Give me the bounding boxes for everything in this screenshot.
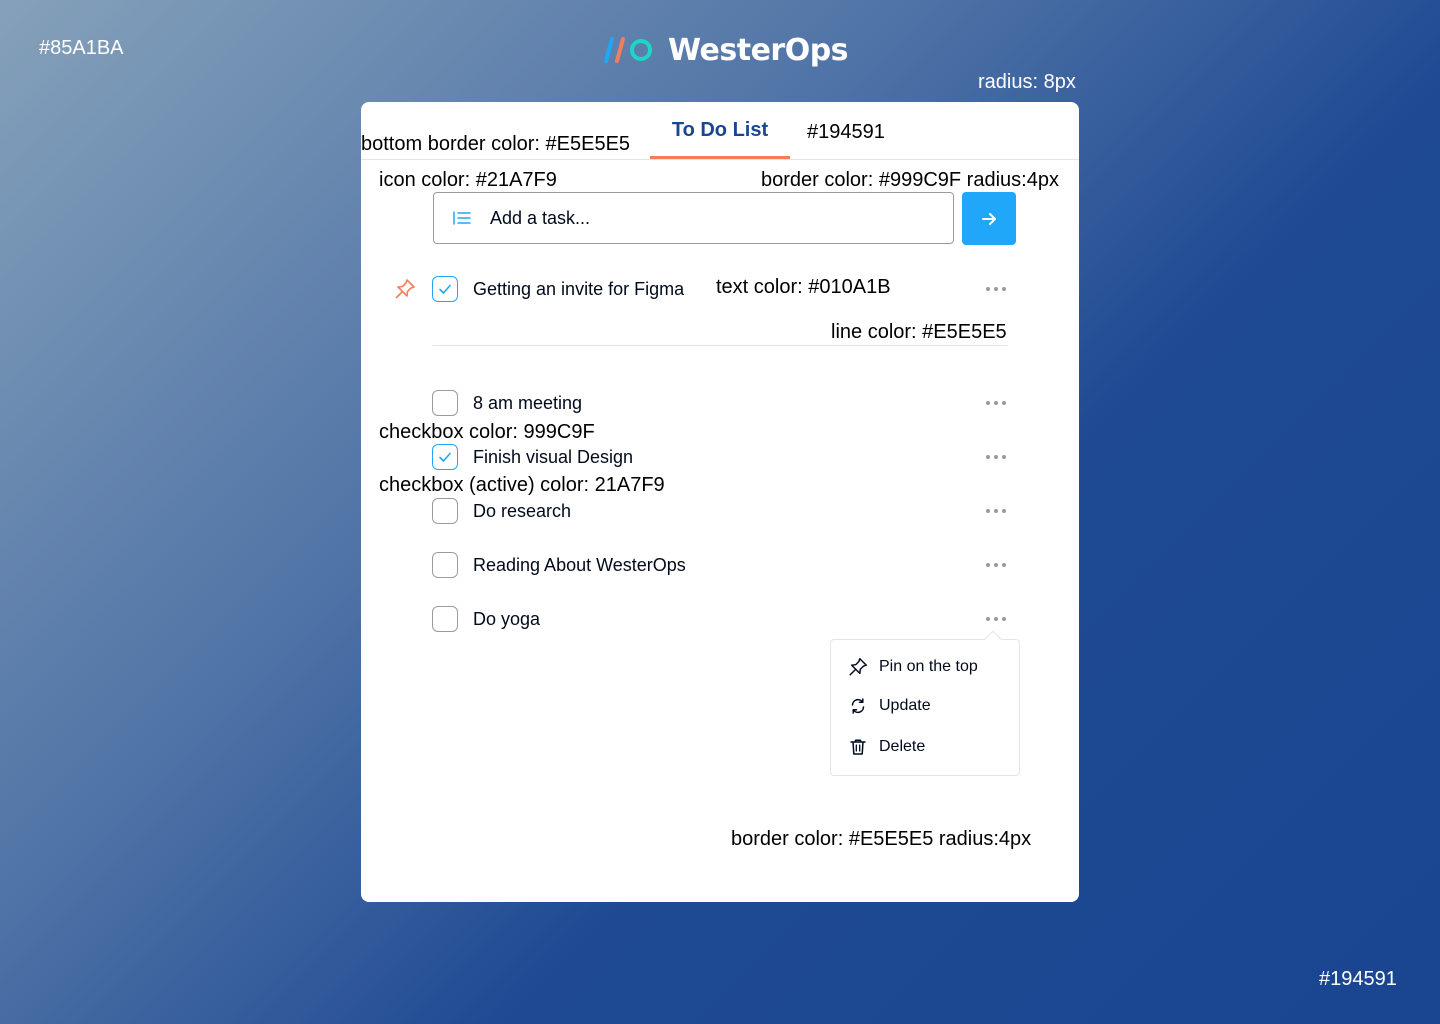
- task-text: Getting an invite for Figma: [473, 279, 685, 299]
- menu-item-label: Pin on the top: [879, 658, 978, 675]
- brand-name: WesterOps: [668, 32, 849, 68]
- add-task-field[interactable]: [433, 192, 954, 244]
- todo-card: To Do List bottom border color: #E5E5E5 …: [361, 102, 1079, 902]
- task-text: Finish visual Design: [473, 447, 634, 467]
- task-text: 8 am meeting: [473, 393, 583, 413]
- menu-item-pin[interactable]: Pin on the top: [847, 653, 1007, 681]
- more-options-button[interactable]: [981, 551, 1011, 579]
- westerops-logo-icon: [604, 37, 652, 63]
- more-options-button[interactable]: [981, 443, 1011, 471]
- checkbox-active-color-note: checkbox (active) color: 21A7F9: [379, 474, 665, 496]
- more-horizontal-icon: [986, 617, 1006, 621]
- tab-border-note: bottom border color: #E5E5E5: [361, 133, 631, 155]
- tab-color-note: #194591: [807, 121, 885, 143]
- task-text: Do research: [473, 501, 572, 521]
- add-task-input[interactable]: [490, 207, 950, 229]
- task-text: Do yoga: [473, 609, 541, 629]
- more-horizontal-icon: [986, 455, 1006, 459]
- tab-to-do-list[interactable]: To Do List: [650, 102, 790, 159]
- text-color-note: text color: #010A1B: [716, 276, 891, 298]
- menu-item-label: Delete: [879, 738, 926, 755]
- line-color-note: line color: #E5E5E5: [831, 321, 1007, 343]
- task-row: 8 am meeting: [361, 388, 1079, 418]
- menu-border-note: border color: #E5E5E5 radius:4px: [731, 828, 1032, 850]
- more-horizontal-icon: [986, 563, 1006, 567]
- task-checkbox[interactable]: [432, 276, 458, 302]
- checkbox-color-note: checkbox color: 999C9F: [379, 421, 595, 443]
- task-checkbox[interactable]: [432, 498, 458, 524]
- task-checkbox[interactable]: [432, 390, 458, 416]
- task-context-menu: Pin on the top Update Delete: [830, 630, 1020, 776]
- task-checkbox[interactable]: [432, 606, 458, 632]
- menu-item-label: Update: [879, 697, 931, 714]
- radius-note: radius: 8px: [978, 71, 1076, 93]
- refresh-icon: [851, 698, 865, 714]
- task-row: Do yoga: [361, 604, 1079, 634]
- more-horizontal-icon: [986, 287, 1006, 291]
- pinned-divider: [433, 345, 1007, 346]
- arrow-right-icon: [982, 212, 996, 225]
- menu-item-update[interactable]: Update: [847, 692, 1007, 720]
- list-icon: [453, 211, 471, 225]
- pin-icon[interactable]: [393, 277, 417, 301]
- pin-icon: [849, 658, 867, 676]
- tab-label: To Do List: [671, 118, 769, 141]
- brand-logo: WesterOps: [598, 30, 849, 70]
- check-icon: [439, 452, 451, 462]
- task-row: Do research: [361, 496, 1079, 526]
- bg-color-note-top: #85A1BA: [39, 37, 124, 59]
- task-checkbox[interactable]: [432, 444, 458, 470]
- trash-icon: [850, 739, 866, 755]
- add-task-button[interactable]: [962, 192, 1016, 245]
- bg-color-note-bottom: #194591: [1319, 968, 1397, 990]
- task-checkbox[interactable]: [432, 552, 458, 578]
- icon-color-note: icon color: #21A7F9: [379, 169, 557, 191]
- more-options-button[interactable]: [981, 605, 1011, 633]
- task-text: Reading About WesterOps: [473, 555, 686, 575]
- more-horizontal-icon: [986, 509, 1006, 513]
- more-options-button[interactable]: [981, 497, 1011, 525]
- task-row: Finish visual Design: [361, 442, 1079, 472]
- check-icon: [439, 284, 451, 294]
- task-row: Reading About WesterOps: [361, 550, 1079, 580]
- more-options-button[interactable]: [981, 389, 1011, 417]
- more-horizontal-icon: [986, 401, 1006, 405]
- input-border-note: border color: #999C9F radius:4px: [761, 169, 1059, 191]
- more-options-button[interactable]: [981, 275, 1011, 303]
- menu-item-delete[interactable]: Delete: [847, 733, 1007, 761]
